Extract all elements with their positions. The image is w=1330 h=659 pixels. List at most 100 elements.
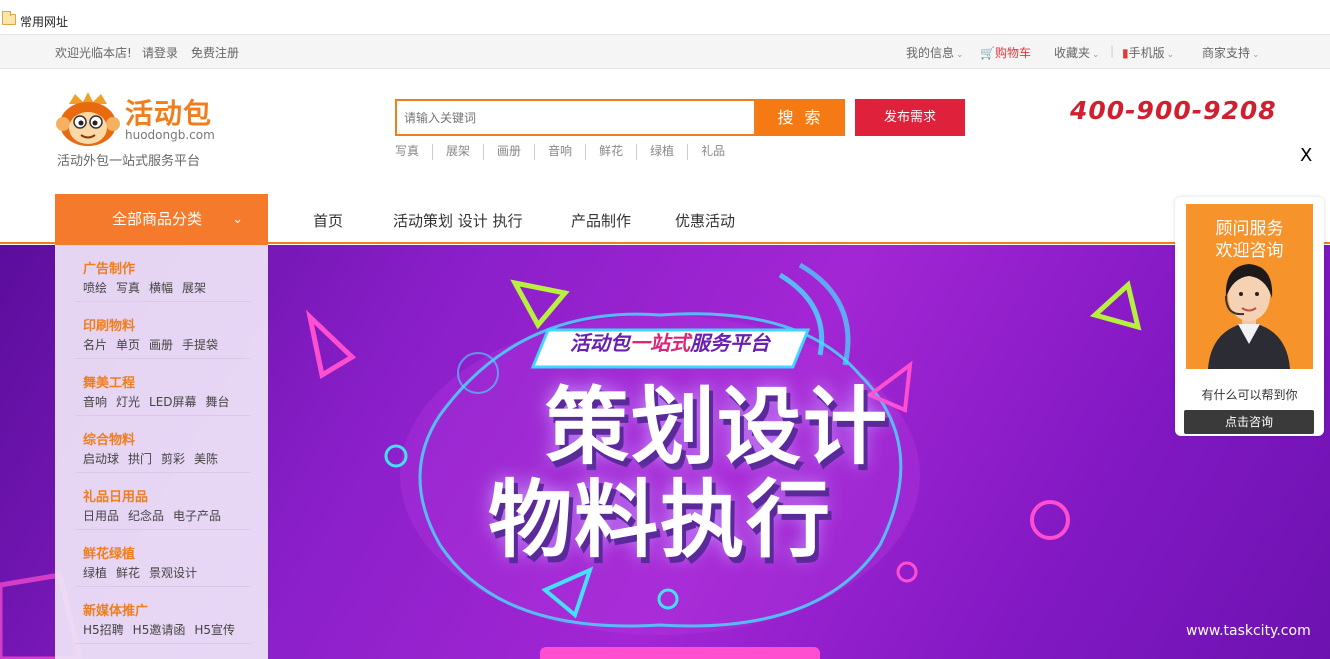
category-title[interactable]: 舞美工程 <box>83 372 135 391</box>
monkey-mascot-icon <box>56 92 120 146</box>
subcategory-link[interactable]: 写真 <box>116 281 140 295</box>
divider <box>75 643 251 644</box>
subcategory-link[interactable]: 音响 <box>83 395 107 409</box>
subcategory-link[interactable]: 手提袋 <box>182 338 218 352</box>
consult-banner: 顾问服务 欢迎咨询 <box>1186 204 1313 369</box>
subcategory-link[interactable]: 喷绘 <box>83 281 107 295</box>
category-title[interactable]: 礼品日用品 <box>83 486 148 505</box>
nav-event-planning[interactable]: 活动策划 设计 执行 <box>393 210 523 231</box>
category-subs: 喷绘 写真 横幅 展架 <box>83 279 215 296</box>
category-title[interactable]: 新媒体推广 <box>83 600 148 619</box>
category-stage[interactable]: 舞美工程 音响 灯光 LED屏幕 舞台 <box>55 359 268 416</box>
category-menu: 广告制作 喷绘 写真 横幅 展架 印刷物料 名片 单页 画册 手提袋 舞美工程 音响 灯光 LE… <box>55 245 268 659</box>
hotword-link[interactable]: 绿植 <box>636 144 687 160</box>
hotword-link[interactable]: 音响 <box>534 144 585 160</box>
nav-product-production[interactable]: 产品制作 <box>571 210 631 231</box>
category-printing[interactable]: 印刷物料 名片 单页 画册 手提袋 <box>55 302 268 359</box>
subcategory-link[interactable]: 展架 <box>182 281 206 295</box>
my-info-menu[interactable]: 我的信息 ⌄ <box>906 44 964 61</box>
subcategory-link[interactable]: H5邀请函 <box>133 623 186 637</box>
cart-label: 购物车 <box>994 46 1031 60</box>
hotword-link[interactable]: 鲜花 <box>585 144 636 160</box>
subcategory-link[interactable]: 灯光 <box>116 395 140 409</box>
divider: | <box>1110 44 1115 58</box>
category-flowers-plants[interactable]: 鲜花绿植 绿植 鲜花 景观设计 <box>55 530 268 587</box>
category-subs: 日用品 纪念品 电子产品 <box>83 507 230 524</box>
hotline-phone: 400-900-9208 <box>1070 96 1277 125</box>
cart-icon: 🛒 <box>980 46 995 60</box>
subcategory-link[interactable]: 纪念品 <box>128 509 164 523</box>
category-title[interactable]: 鲜花绿植 <box>83 543 135 562</box>
subcategory-link[interactable]: 鲜花 <box>116 566 140 580</box>
site-slogan: 活动外包一站式服务平台 <box>57 154 201 169</box>
category-title[interactable]: 广告制作 <box>83 258 135 277</box>
hotword-link[interactable]: 画册 <box>483 144 534 160</box>
subcategory-link[interactable]: 景观设计 <box>149 566 197 580</box>
my-info-label: 我的信息 <box>906 46 955 60</box>
hotword-link[interactable]: 写真 <box>395 144 432 160</box>
subcategory-link[interactable]: 名片 <box>83 338 107 352</box>
subcategory-link[interactable]: 美陈 <box>194 452 218 466</box>
all-categories-label: 全部商品分类 <box>112 210 203 228</box>
subcategory-link[interactable]: LED屏幕 <box>149 395 197 409</box>
banner-tag-highlight: 一站式 <box>630 331 690 355</box>
cart-link[interactable]: 🛒购物车 <box>980 44 1031 61</box>
nav-promotions[interactable]: 优惠活动 <box>675 210 735 231</box>
subcategory-link[interactable]: 启动球 <box>83 452 119 466</box>
favorites-menu[interactable]: 收藏夹 ⌄ <box>1054 44 1100 61</box>
register-link[interactable]: 免费注册 <box>191 44 239 61</box>
subcategory-link[interactable]: 单页 <box>116 338 140 352</box>
chevron-down-icon: ⌄ <box>956 50 964 60</box>
hot-keywords: 写真 展架 画册 音响 鲜花 绿植 礼品 <box>395 144 738 160</box>
subcategory-link[interactable]: 电子产品 <box>173 509 221 523</box>
subcategory-link[interactable]: 横幅 <box>149 281 173 295</box>
login-link[interactable]: 请登录 <box>142 44 178 61</box>
banner-tag-prefix: 活动包 <box>570 331 630 355</box>
category-title[interactable]: 印刷物料 <box>83 315 135 334</box>
subcategory-link[interactable]: H5招聘 <box>83 623 124 637</box>
category-new-media[interactable]: 新媒体推广 H5招聘 H5邀请函 H5宣传 <box>55 587 268 644</box>
close-button[interactable]: X <box>1300 145 1312 166</box>
mobile-menu[interactable]: ▮手机版 ⌄ <box>1122 44 1174 61</box>
hotword-link[interactable]: 展架 <box>432 144 483 160</box>
subcategory-link[interactable]: H5宣传 <box>194 623 235 637</box>
mobile-label: 手机版 <box>1128 46 1165 60</box>
top-utility-bar: 欢迎光临本店! 请登录 免费注册 我的信息 ⌄ 🛒购物车 收藏夹 ⌄ | ▮手机版 ⌄… <box>0 35 1330 69</box>
category-subs: 名片 单页 画册 手提袋 <box>83 336 227 353</box>
publish-demand-button[interactable]: 发布需求 <box>855 99 965 136</box>
banner-headline-2: 物料执行 <box>488 471 833 569</box>
subcategory-link[interactable]: 绿植 <box>83 566 107 580</box>
consult-question: 有什么可以帮到你 <box>1201 388 1298 402</box>
banner-tag-suffix: 服务平台 <box>690 331 770 355</box>
subcategory-link[interactable]: 拱门 <box>128 452 152 466</box>
chevron-down-icon: ⌄ <box>232 212 243 227</box>
category-gifts[interactable]: 礼品日用品 日用品 纪念品 电子产品 <box>55 473 268 530</box>
bookmark-folder-common-sites[interactable]: 常用网址 <box>20 13 68 30</box>
category-title[interactable]: 综合物料 <box>83 429 135 448</box>
category-subs: H5招聘 H5邀请函 H5宣传 <box>83 621 244 638</box>
subcategory-link[interactable]: 舞台 <box>206 395 230 409</box>
customer-service-avatar-icon <box>1208 264 1290 369</box>
consult-button[interactable]: 点击咨询 <box>1184 410 1314 434</box>
subcategory-link[interactable]: 日用品 <box>83 509 119 523</box>
hotword-link[interactable]: 礼品 <box>687 144 738 160</box>
search-input[interactable] <box>397 101 754 134</box>
logo-wordmark: 活动包 <box>125 97 213 130</box>
search-button[interactable]: 搜 索 <box>756 99 845 136</box>
all-categories-button[interactable]: 全部商品分类 ⌄ <box>55 194 268 245</box>
banner-tagline: 活动包一站式服务平台 <box>570 327 770 356</box>
favorites-label: 收藏夹 <box>1054 46 1091 60</box>
category-subs: 绿植 鲜花 景观设计 <box>83 564 206 581</box>
subcategory-link[interactable]: 剪彩 <box>161 452 185 466</box>
category-subs: 启动球 拱门 剪彩 美陈 <box>83 450 227 467</box>
site-logo[interactable]: 活动包 huodongb.com <box>55 92 215 147</box>
chevron-down-icon: ⌄ <box>1166 50 1175 60</box>
phone-icon: ▮ <box>1122 46 1129 60</box>
subcategory-link[interactable]: 画册 <box>149 338 173 352</box>
category-advertising[interactable]: 广告制作 喷绘 写真 横幅 展架 <box>55 245 268 302</box>
merchant-label: 商家支持 <box>1202 46 1251 60</box>
merchant-support-menu[interactable]: 商家支持 ⌄ <box>1202 44 1260 61</box>
nav-home[interactable]: 首页 <box>313 210 343 231</box>
category-general-materials[interactable]: 综合物料 启动球 拱门 剪彩 美陈 <box>55 416 268 473</box>
chevron-down-icon: ⌄ <box>1092 50 1100 60</box>
